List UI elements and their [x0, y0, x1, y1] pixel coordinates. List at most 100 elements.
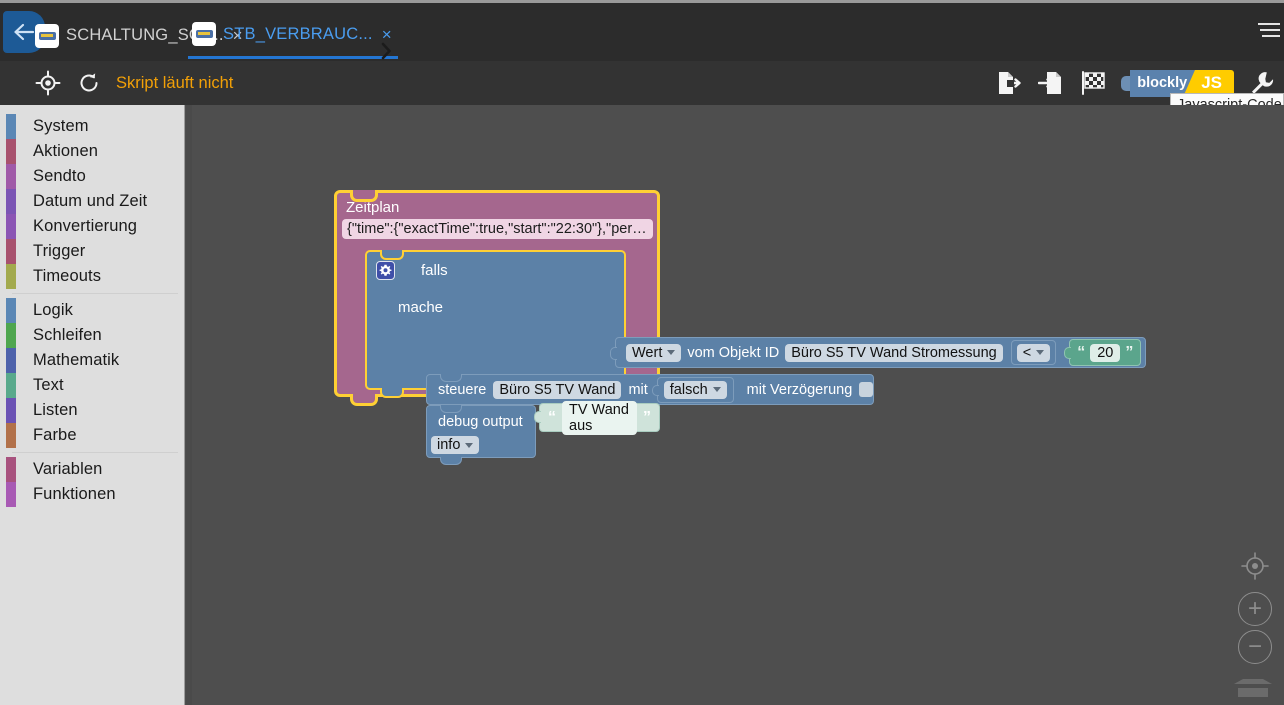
toolbox-item-mathematik[interactable]: Mathematik: [0, 348, 184, 373]
blockly-workspace[interactable]: Zeitplan {"time":{"exactTime":true,"star…: [186, 105, 1284, 705]
zoom-out-button[interactable]: −: [1238, 630, 1272, 664]
trash-can-icon[interactable]: [1230, 675, 1276, 705]
category-color-swatch: [6, 298, 16, 323]
value-plug-icon: [534, 411, 541, 423]
hamburger-icon[interactable]: [1254, 17, 1280, 43]
chevron-down-icon: [712, 387, 721, 392]
block-if-falls[interactable]: falls mache: [365, 250, 626, 398]
toolbox-separator: [12, 452, 178, 453]
gear-glyph: [379, 264, 392, 276]
toolbox-item-datum-und-zeit[interactable]: Datum und Zeit: [0, 189, 184, 214]
block-logic-boolean[interactable]: falsch: [651, 376, 734, 403]
toolbox-item-trigger[interactable]: Trigger: [0, 239, 184, 264]
toolbox-gutter: [186, 105, 192, 705]
trash-can-glyph: [1234, 679, 1272, 697]
toolbox-separator: [12, 293, 178, 294]
toolbox-item-label: Farbe: [33, 426, 77, 444]
block-zeitplan[interactable]: Zeitplan {"time":{"exactTime":true,"star…: [334, 190, 660, 406]
toolbox-item-text[interactable]: Text: [0, 373, 184, 398]
tab-label: STB_VERBRAUC...: [223, 24, 373, 43]
blockly-file-icon: [192, 22, 216, 46]
toolbox-item-funktionen[interactable]: Funktionen: [0, 482, 184, 507]
toolbox-item-label: Mathematik: [33, 351, 120, 369]
toolbox-top-gap: [0, 105, 184, 114]
quote-close-icon: ”: [643, 408, 651, 426]
block-zeitplan-title: Zeitplan: [346, 199, 400, 216]
debug-severity-dropdown[interactable]: info: [431, 436, 480, 454]
quote-open-icon: “: [1077, 343, 1086, 361]
block-text-compare-value[interactable]: “ 20 ”: [1064, 339, 1142, 366]
zoom-out-label: −: [1247, 633, 1262, 660]
toolbox-sidebar[interactable]: System Aktionen Sendto Datum und Zeit Ko…: [0, 105, 185, 705]
debug-message-field[interactable]: TV Wand aus: [562, 400, 637, 435]
toolbox-item-schleifen[interactable]: Schleifen: [0, 323, 184, 348]
toolbox-item-label: Funktionen: [33, 485, 116, 503]
center-target-glyph: [1241, 552, 1269, 580]
block-control-state[interactable]: steuere Büro S5 TV Wand mit falsch mit V…: [426, 374, 874, 405]
script-run-state: Skript läuft nicht: [116, 73, 234, 92]
value-type-label: Wert: [632, 344, 663, 361]
block-compare-operator[interactable]: <: [1010, 340, 1057, 365]
block-debug-output[interactable]: debug output info: [426, 405, 536, 465]
control-target-field[interactable]: Büro S5 TV Wand: [493, 380, 622, 399]
operator-dropdown[interactable]: <: [1016, 343, 1051, 362]
category-color-swatch: [6, 264, 16, 289]
category-color-swatch: [6, 457, 16, 482]
toolbox-item-logik[interactable]: Logik: [0, 298, 184, 323]
toolbox-item-label: Schleifen: [33, 326, 102, 344]
toolbox-item-label: Trigger: [33, 242, 86, 260]
value-plug-icon: [1064, 347, 1072, 359]
toolbox-item-konvertierung[interactable]: Konvertierung: [0, 214, 184, 239]
toolbox-item-label: Timeouts: [33, 267, 102, 285]
category-color-swatch: [6, 189, 16, 214]
if-label: falls: [421, 262, 448, 279]
quote-open-icon: “: [548, 408, 556, 426]
delay-checkbox[interactable]: [859, 382, 873, 397]
chevron-down-icon: [465, 442, 474, 448]
value-type-dropdown[interactable]: Wert: [626, 343, 682, 362]
toolbox-item-label: Logik: [33, 301, 73, 319]
chevron-right-icon[interactable]: [374, 39, 398, 63]
export-file-icon[interactable]: [995, 69, 1023, 97]
category-color-swatch: [6, 423, 16, 448]
gear-icon[interactable]: [376, 261, 395, 280]
toolbox-item-system[interactable]: System: [0, 114, 184, 139]
from-object-id-label: vom Objekt ID: [687, 344, 780, 361]
toolbox-item-aktionen[interactable]: Aktionen: [0, 139, 184, 164]
category-color-swatch: [6, 482, 16, 507]
import-file-icon[interactable]: [1037, 69, 1065, 97]
toolbox-item-label: Aktionen: [33, 142, 99, 160]
toolbox-item-timeouts[interactable]: Timeouts: [0, 264, 184, 289]
value-plug-icon: [610, 347, 617, 360]
toolbox-item-farbe[interactable]: Farbe: [0, 423, 184, 448]
toolbox-item-label: Konvertierung: [33, 217, 138, 235]
boolean-state-dropdown[interactable]: falsch: [663, 380, 727, 399]
chevron-right-glyph: [381, 42, 391, 60]
checkered-flag-icon[interactable]: [1079, 69, 1107, 97]
toolbox-item-label: Sendto: [33, 167, 86, 185]
zeitplan-schedule-field[interactable]: {"time":{"exactTime":true,"start":"22:30…: [342, 219, 653, 239]
center-target-icon[interactable]: [1238, 549, 1272, 583]
toggle-notch: [1121, 75, 1131, 91]
toolbox-item-variablen[interactable]: Variablen: [0, 457, 184, 482]
toolbox-item-listen[interactable]: Listen: [0, 398, 184, 423]
compare-value-field[interactable]: 20: [1090, 343, 1121, 362]
category-color-swatch: [6, 214, 16, 239]
restart-circular-arrow-icon[interactable]: [75, 69, 103, 97]
category-color-swatch: [6, 239, 16, 264]
object-id-field[interactable]: Büro S5 TV Wand Stromessung: [785, 343, 1003, 362]
quote-close-icon: ”: [1125, 343, 1134, 361]
block-get-value-condition[interactable]: Wert vom Objekt ID Büro S5 TV Wand Strom…: [610, 337, 1147, 368]
tab-stb-verbrauch[interactable]: STB_VERBRAUC... ×: [188, 12, 398, 59]
chevron-down-icon: [667, 350, 676, 355]
zoom-in-label: +: [1247, 595, 1262, 622]
crosshair-target-icon[interactable]: [34, 69, 62, 97]
do-label: mache: [398, 299, 444, 316]
zoom-in-button[interactable]: +: [1238, 592, 1272, 626]
debug-output-label: debug output: [438, 414, 523, 430]
chevron-down-icon: [1036, 350, 1045, 355]
toolbox-item-label: Datum und Zeit: [33, 192, 148, 210]
toolbox-item-sendto[interactable]: Sendto: [0, 164, 184, 189]
block-text-debug-message[interactable]: “ TV Wand aus ”: [534, 400, 660, 435]
category-color-swatch: [6, 139, 16, 164]
